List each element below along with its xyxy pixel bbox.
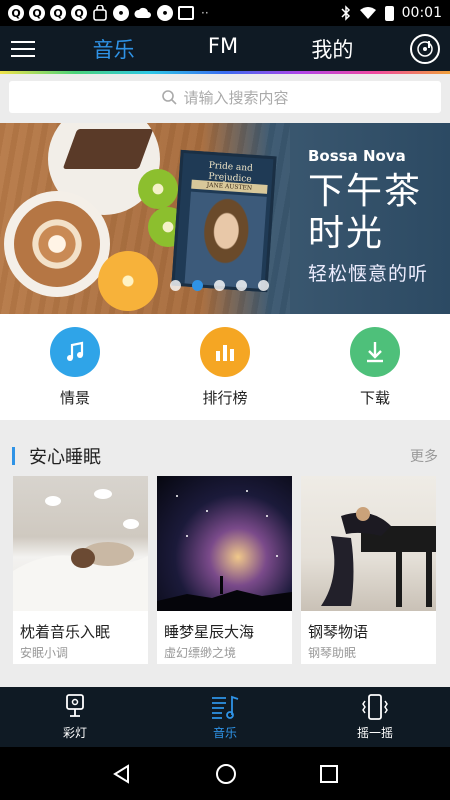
playlist-cover-image <box>157 476 292 611</box>
bottom-tab-label: 音乐 <box>212 726 237 740</box>
bottom-tab-shake[interactable]: 摇一摇 <box>300 687 450 747</box>
q-icon: Q <box>29 5 45 21</box>
playlist-cover-image <box>301 476 436 611</box>
message-icon: • <box>157 5 173 21</box>
kiwi-slice-image <box>138 169 178 209</box>
image-icon <box>178 6 194 20</box>
category-row: 情景 排行榜 下载 <box>0 314 450 420</box>
category-scene[interactable]: 情景 <box>0 314 150 420</box>
shake-phone-icon <box>362 694 388 720</box>
search-input[interactable]: 请输入搜索内容 <box>9 81 441 113</box>
carousel-dot[interactable] <box>214 280 225 291</box>
category-ranking[interactable]: 排行榜 <box>150 314 300 420</box>
music-note-icon <box>50 327 100 377</box>
playlist-subtitle: 安眠小调 <box>20 646 69 660</box>
carousel-dot[interactable] <box>170 280 181 291</box>
q-icon: Q <box>71 5 87 21</box>
q-icon: Q <box>50 5 66 21</box>
system-nav-bar <box>0 747 450 800</box>
bottom-tab-bar: 彩灯 音乐 摇一摇 <box>0 687 450 747</box>
section-accent-bar <box>12 447 15 465</box>
carousel-dot[interactable] <box>258 280 269 291</box>
back-icon[interactable] <box>111 763 133 785</box>
status-bar: Q Q Q Q • • ·· 00:01 <box>0 0 450 26</box>
lamp-icon <box>66 694 84 717</box>
music-list-icon <box>212 695 239 719</box>
banner-title-line2: 时光 <box>308 213 385 254</box>
bottom-tab-label: 摇一摇 <box>356 726 393 740</box>
playlist-card[interactable]: 睡梦星辰大海 虚幻缥缈之境 <box>157 476 292 664</box>
menu-icon[interactable] <box>0 26 46 72</box>
notification-icons: Q Q Q Q • • ·· <box>8 5 209 21</box>
overflow-indicator: ·· <box>201 6 209 20</box>
carousel-dot-active[interactable] <box>192 280 203 291</box>
category-label: 下载 <box>359 389 390 407</box>
banner-subtitle: 轻松惬意的听 <box>308 263 429 285</box>
download-icon <box>350 327 400 377</box>
banner-title-en: Bossa Nova <box>308 147 406 165</box>
q-icon: Q <box>8 5 24 21</box>
search-icon <box>162 90 178 105</box>
search-placeholder: 请输入搜索内容 <box>183 88 289 107</box>
category-label: 排行榜 <box>202 389 248 407</box>
section-title: 安心睡眠 <box>29 447 101 468</box>
home-icon[interactable] <box>215 763 237 785</box>
tab-mine[interactable]: 我的 <box>311 34 353 64</box>
book-image: Pride and Prejudice JANE AUSTEN <box>171 149 277 293</box>
category-download[interactable]: 下载 <box>300 314 450 420</box>
playlist-title: 枕着音乐入眠 <box>20 623 111 641</box>
cloud-icon <box>134 7 151 18</box>
wifi-icon <box>359 7 376 19</box>
playlist-cards: 枕着音乐入眠 安眠小调 睡梦星辰大海 虚幻缥缈之境 钢琴物语 钢琴助眠 <box>13 476 437 664</box>
playlist-title: 钢琴物语 <box>308 623 369 641</box>
bottom-tab-lights[interactable]: 彩灯 <box>0 687 150 747</box>
cake-image <box>62 129 154 169</box>
bag-icon <box>93 5 107 21</box>
section-header: 安心睡眠 更多 <box>0 438 450 474</box>
playlist-subtitle: 虚幻缥缈之境 <box>164 646 237 660</box>
status-time: 00:01 <box>401 5 442 21</box>
playlist-card[interactable]: 枕着音乐入眠 安眠小调 <box>13 476 148 664</box>
battery-icon <box>384 5 394 21</box>
bottom-tab-label: 彩灯 <box>62 726 87 740</box>
more-link[interactable]: 更多 <box>410 446 438 466</box>
search-bar: 请输入搜索内容 <box>0 74 450 120</box>
orange-slice-image <box>98 251 158 311</box>
bar-chart-icon <box>200 327 250 377</box>
top-nav: 音乐 FM 我的 <box>0 26 450 72</box>
banner-caption: Bossa Nova 下午茶 时光 轻松惬意的听 <box>308 147 428 286</box>
message-icon: • <box>113 5 129 21</box>
bluetooth-icon <box>341 5 350 21</box>
tab-music[interactable]: 音乐 <box>93 34 135 64</box>
banner-carousel[interactable]: Pride and Prejudice JANE AUSTEN Bossa No… <box>0 123 450 314</box>
category-label: 情景 <box>59 389 90 407</box>
tab-fm[interactable]: FM <box>208 34 238 64</box>
playlist-card[interactable]: 钢琴物语 钢琴助眠 <box>301 476 436 664</box>
playlist-title: 睡梦星辰大海 <box>164 623 255 641</box>
carousel-dots <box>170 280 269 291</box>
playlist-cover-image <box>13 476 148 611</box>
carousel-dot[interactable] <box>236 280 247 291</box>
bottom-tab-music[interactable]: 音乐 <box>150 687 300 747</box>
banner-title-line1: 下午茶 <box>308 171 423 212</box>
recents-icon[interactable] <box>319 764 339 784</box>
now-playing-disc-icon[interactable] <box>410 34 440 64</box>
playlist-subtitle: 钢琴助眠 <box>308 646 357 660</box>
